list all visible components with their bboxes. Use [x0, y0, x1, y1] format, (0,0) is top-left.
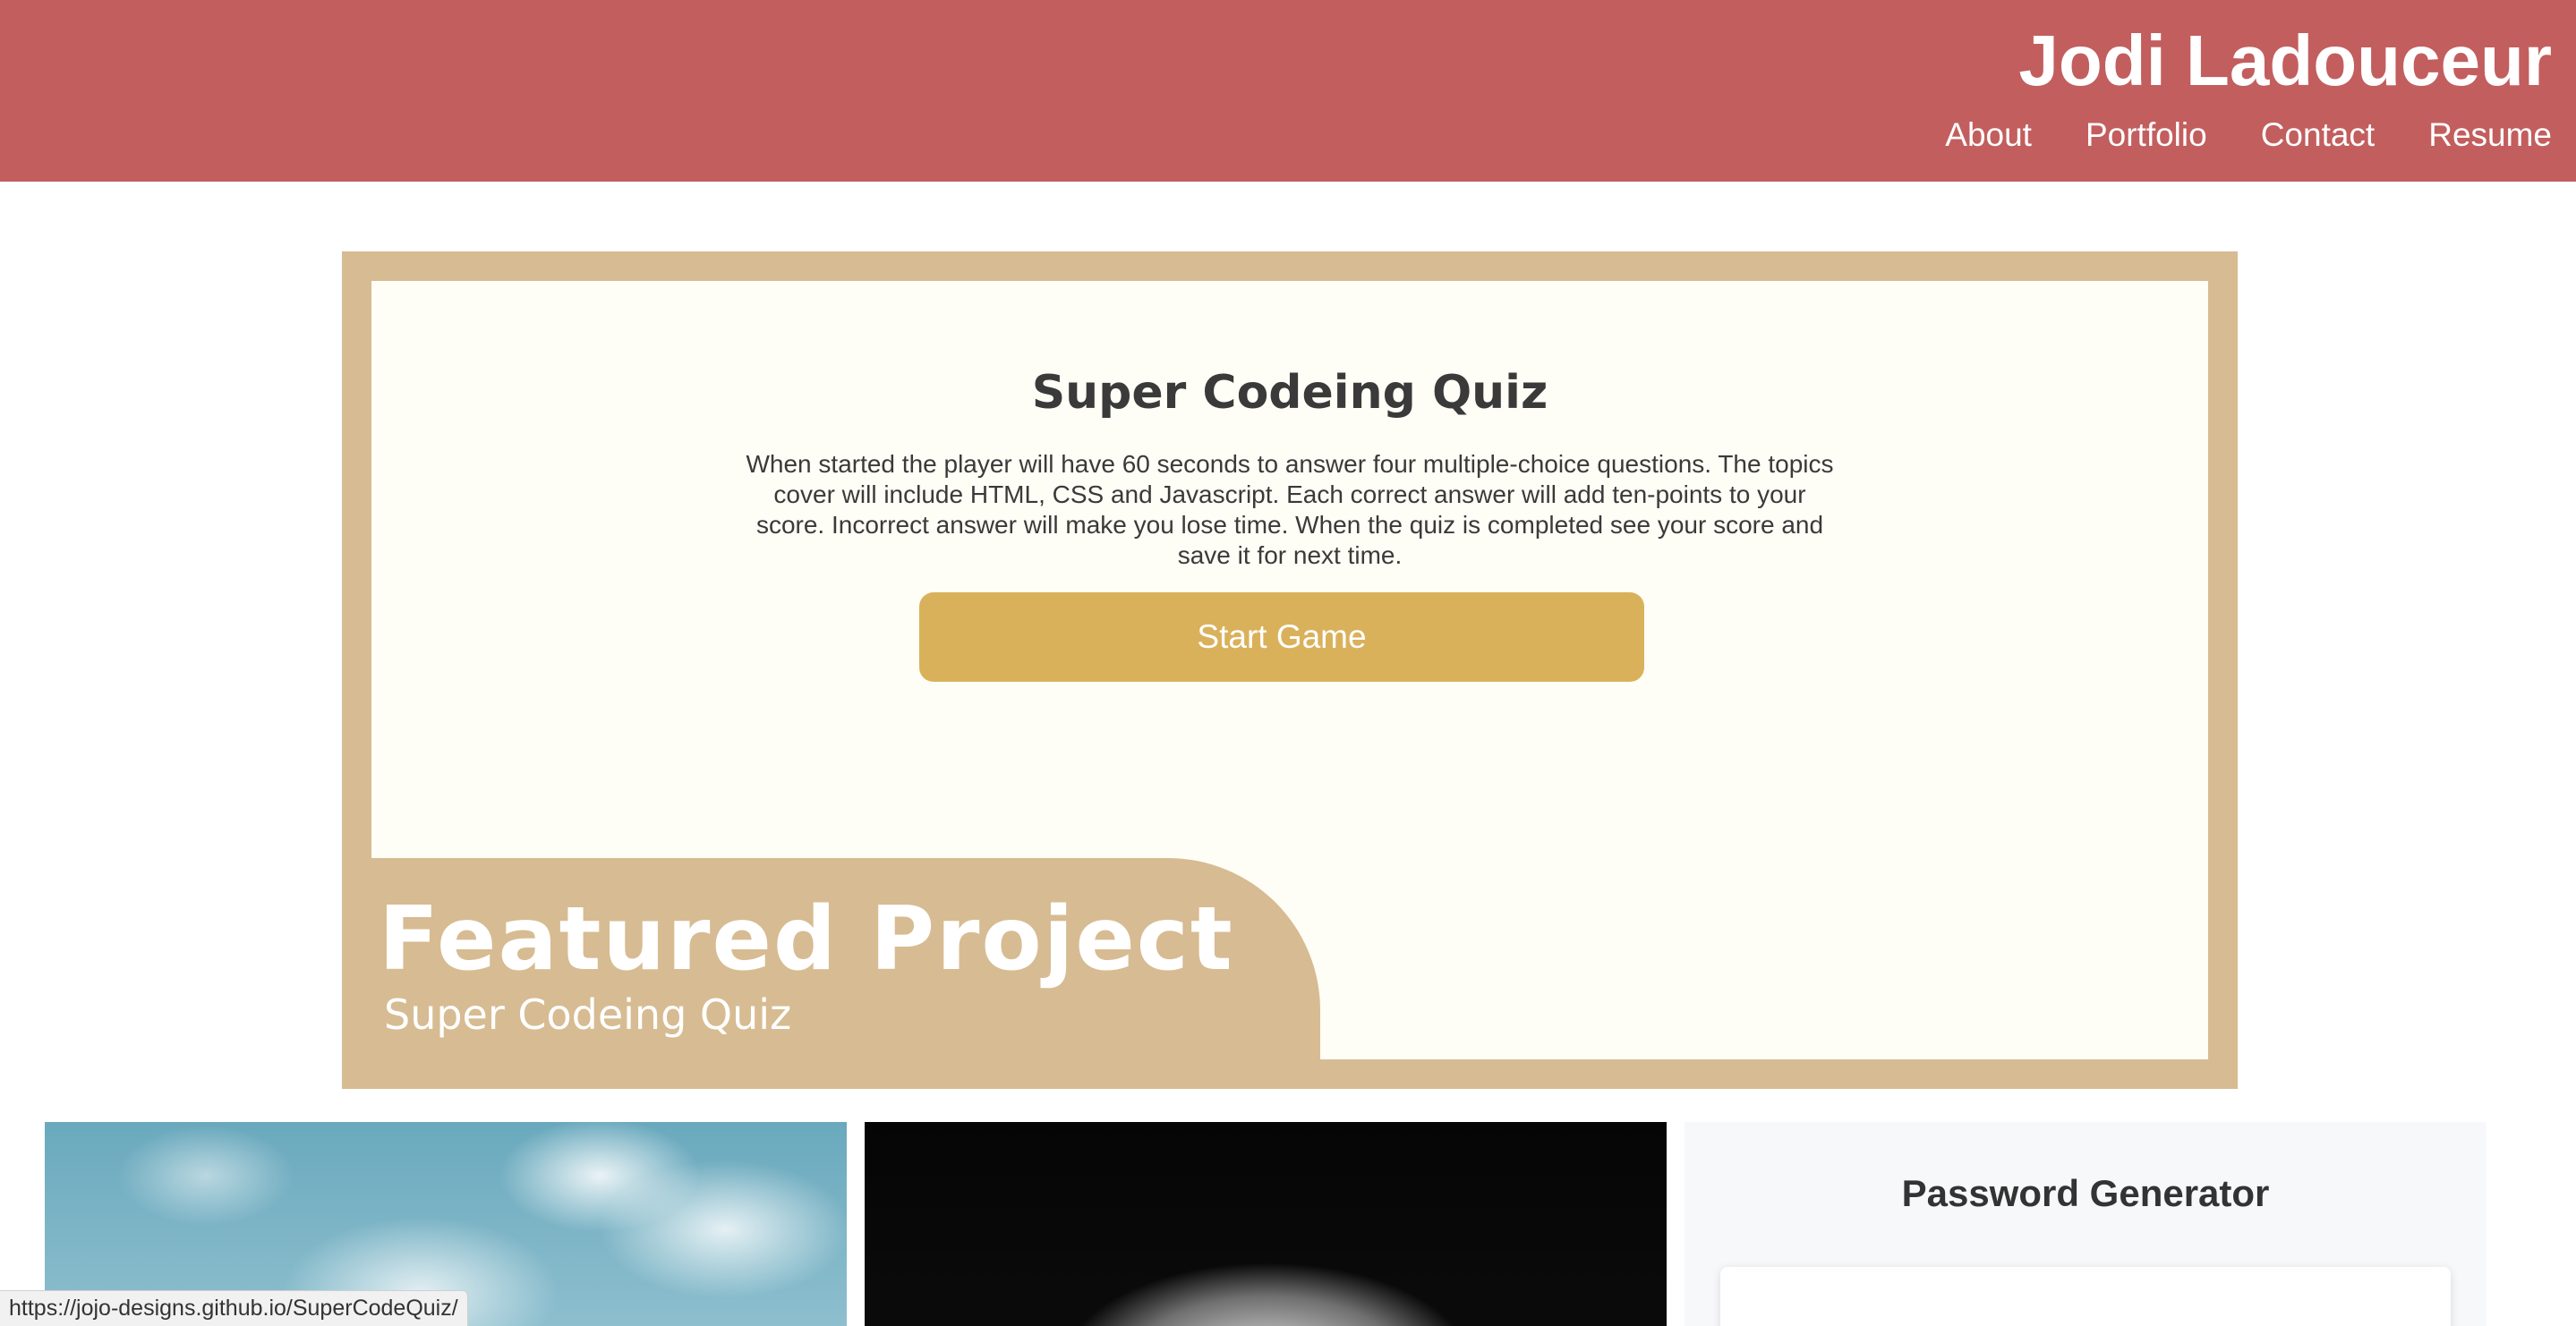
quiz-title: Super Codeing Quiz: [1031, 366, 1548, 420]
site-header: Jodi Ladouceur About Portfolio Contact R…: [0, 0, 2576, 182]
project-card-password-generator[interactable]: Password Generator: [1685, 1122, 2486, 1326]
featured-project-screenshot[interactable]: Super Codeing Quiz When started the play…: [371, 281, 2208, 1059]
quiz-description: When started the player will have 60 sec…: [746, 450, 1834, 569]
password-generator-title: Password Generator: [1901, 1172, 2270, 1214]
site-title[interactable]: Jodi Ladouceur: [2018, 20, 2552, 102]
status-bar-url: https://jojo-designs.github.io/SuperCode…: [0, 1290, 468, 1326]
project-card-dark-image[interactable]: [865, 1122, 1667, 1326]
nav-about[interactable]: About: [1945, 116, 2032, 154]
nav-contact[interactable]: Contact: [2261, 116, 2376, 154]
featured-project-card[interactable]: Super Codeing Quiz When started the play…: [342, 251, 2238, 1089]
nav-resume[interactable]: Resume: [2428, 116, 2552, 154]
main-nav: About Portfolio Contact Resume: [1945, 116, 2552, 154]
nav-portfolio[interactable]: Portfolio: [2086, 116, 2207, 154]
featured-project-heading: Featured Project: [379, 888, 1234, 990]
start-game-button[interactable]: Start Game: [919, 592, 1644, 682]
password-output-box: [1720, 1267, 2451, 1326]
featured-label-tab: Featured Project Super Codeing Quiz: [371, 858, 1320, 1059]
featured-project-subtitle: Super Codeing Quiz: [384, 990, 792, 1039]
